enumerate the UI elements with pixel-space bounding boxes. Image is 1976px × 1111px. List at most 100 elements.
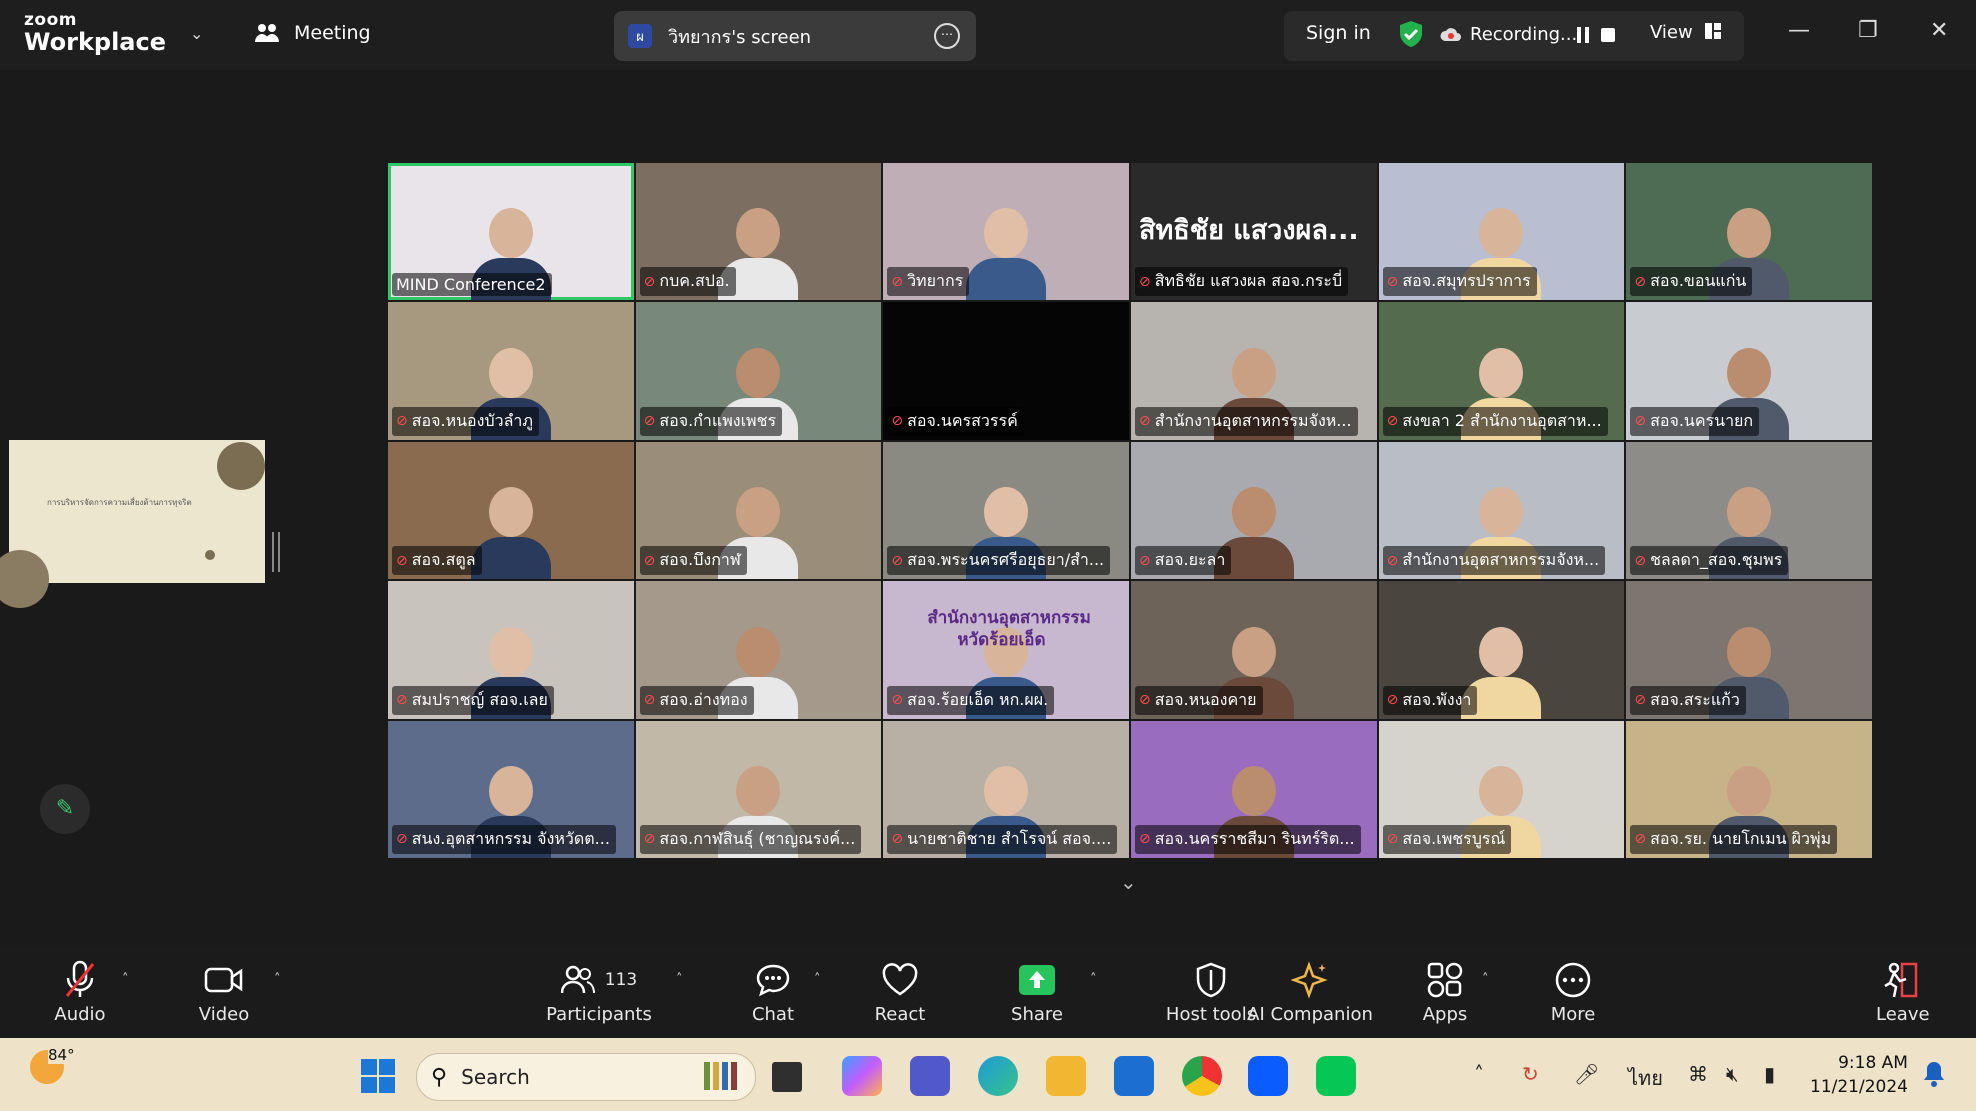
windows-start-icon[interactable] bbox=[360, 1058, 396, 1094]
thumbnail-decoration bbox=[0, 550, 49, 608]
edge-icon[interactable] bbox=[978, 1056, 1018, 1096]
view-button[interactable]: View bbox=[1650, 22, 1722, 43]
chevron-down-icon[interactable]: ⌄ bbox=[190, 24, 203, 43]
more-options-icon[interactable]: ⋯ bbox=[934, 23, 960, 49]
participant-video-tile[interactable]: ⊘ สอจ.ยะลา bbox=[1131, 441, 1377, 580]
chat-label: Chat bbox=[751, 1004, 795, 1025]
annotate-pencil-icon[interactable]: ✎ bbox=[40, 784, 90, 834]
participant-video-tile[interactable]: ⊘ นายชาติชาย สำโรจน์ สอจ.... bbox=[883, 720, 1129, 858]
wifi-icon[interactable]: ⌘ bbox=[1688, 1062, 1708, 1086]
share-options-caret[interactable]: ˄ bbox=[1090, 972, 1097, 987]
shared-screen-title: วิทยากร's screen bbox=[668, 26, 812, 48]
task-view-icon[interactable] bbox=[772, 1062, 802, 1092]
line-icon[interactable] bbox=[1316, 1056, 1356, 1096]
participants-options-caret[interactable]: ˄ bbox=[676, 972, 683, 987]
participant-video-tile[interactable]: ⊘ สอจ.กำแพงเพชร bbox=[635, 302, 882, 440]
more-button[interactable]: More bbox=[1548, 958, 1598, 1025]
participant-video-tile[interactable]: ⊘ สำนักงานอุตสาหกรรมจังห... bbox=[1131, 302, 1377, 440]
show-hidden-icons-icon[interactable]: ˄ bbox=[1474, 1062, 1484, 1086]
participant-name: สอจ.นครนายก bbox=[1650, 410, 1754, 430]
audio-options-caret[interactable]: ˄ bbox=[122, 972, 129, 987]
participant-video-tile[interactable]: ⊘ สอจ.สตูล bbox=[388, 441, 634, 580]
video-options-caret[interactable]: ˄ bbox=[274, 972, 281, 987]
participant-video-tile[interactable]: ⊘ สมปราชญ์ สอจ.เลย bbox=[388, 581, 634, 719]
react-button[interactable]: React bbox=[872, 958, 928, 1025]
input-language[interactable]: ไทย bbox=[1628, 1062, 1663, 1094]
chrome-icon[interactable] bbox=[1182, 1056, 1222, 1096]
mail-icon[interactable] bbox=[1114, 1056, 1154, 1096]
participant-video-tile[interactable]: ⊘ สอจ.นครนายก bbox=[1626, 302, 1872, 440]
audio-button[interactable]: Audio bbox=[50, 958, 110, 1025]
teams-icon[interactable] bbox=[910, 1056, 950, 1096]
share-button[interactable]: Share bbox=[1008, 958, 1066, 1025]
participant-video-tile[interactable]: ⊘ สนง.อุตสาหกรรม จังหวัดต... bbox=[388, 720, 634, 858]
video-button[interactable]: Video bbox=[196, 958, 252, 1025]
speaker-muted-icon[interactable]: 🔇︎ bbox=[1726, 1062, 1739, 1086]
chevron-down-icon[interactable]: ⌄ bbox=[1120, 870, 1137, 894]
participant-video-tile[interactable]: ⊘ สอจ.หนองคาย bbox=[1131, 581, 1377, 719]
participant-name: สอจ.ร้อยเอ็ด หก.ผผ. bbox=[907, 689, 1049, 709]
participant-video-tile[interactable]: ⊘ สอจ.นครราชสีมา รินทร์ริต... bbox=[1131, 720, 1377, 858]
participant-video-tile[interactable]: ⊘ สอจ.กาฬสินธุ์ (ชาญณรงค์... bbox=[635, 720, 882, 858]
mic-muted-icon: ⊘ bbox=[1139, 273, 1151, 290]
participant-video-tile[interactable]: MIND Conference2 bbox=[388, 163, 634, 301]
participant-name: สอจ.ขอนแก่น bbox=[1650, 271, 1747, 291]
participant-video-tile[interactable]: ⊘ สอจ.สระแก้ว bbox=[1626, 581, 1872, 719]
participants-button[interactable]: 113 Participants bbox=[546, 958, 652, 1025]
participant-video-tile[interactable]: ⊘ สอจ.บึงกาฬ bbox=[635, 441, 882, 580]
chat-icon bbox=[756, 964, 790, 997]
participant-video-tile[interactable]: ⊘ สอจ.รย. นายโกเมน ผิวพุ่ม bbox=[1626, 720, 1872, 858]
participant-video-tile[interactable]: สำนักงานอุตสาหกรรม หวัดร้อยเอ็ด ⊘ สอจ.ร้อยเ… bbox=[883, 581, 1129, 719]
mic-muted-icon: ⊘ bbox=[1139, 692, 1151, 709]
participant-video-tile[interactable]: ⊘ ชลลดา_สอจ.ชุมพร bbox=[1626, 441, 1872, 580]
recording-controls bbox=[1576, 26, 1616, 44]
apps-button[interactable]: Apps bbox=[1420, 958, 1470, 1025]
pause-icon[interactable] bbox=[1576, 26, 1590, 44]
participant-video-tile[interactable]: ⊘ วิทยากร bbox=[883, 163, 1129, 301]
participant-video-tile[interactable]: สิทธิชัย แสวงผล... ⊘ สิทธิชัย แสวงผล สอจ.ก… bbox=[1131, 163, 1377, 301]
participant-nameplate: ⊘ สอจ.นครราชสีมา รินทร์ริต... bbox=[1135, 824, 1361, 854]
participant-video-tile[interactable]: ⊘ สอจ.สมุทรปราการ bbox=[1378, 163, 1625, 301]
microphone-icon[interactable]: 🎤︎ bbox=[1574, 1062, 1599, 1086]
file-explorer-icon[interactable] bbox=[1046, 1056, 1086, 1096]
participant-video-tile[interactable]: ⊘ สอจ.นครสวรรค์ bbox=[883, 302, 1129, 440]
chat-button[interactable]: Chat bbox=[748, 958, 798, 1025]
system-clock[interactable]: 9:18 AM 11/21/2024 bbox=[1810, 1051, 1908, 1099]
weather-widget[interactable]: 84° bbox=[30, 1046, 75, 1084]
more-label: More bbox=[1550, 1004, 1596, 1025]
sign-in-button[interactable]: Sign in bbox=[1306, 22, 1371, 44]
chat-options-caret[interactable]: ˄ bbox=[814, 972, 821, 987]
mic-muted-icon: ⊘ bbox=[643, 273, 656, 290]
shared-screen-indicator[interactable]: ผ วิทยากร's screen ⋯ bbox=[614, 11, 976, 61]
panel-resize-handle[interactable] bbox=[272, 532, 280, 572]
leave-button[interactable]: Leave bbox=[1876, 958, 1930, 1025]
participant-video-tile[interactable]: ⊘ สอจ.ขอนแก่น bbox=[1626, 163, 1872, 301]
apps-options-caret[interactable]: ˄ bbox=[1482, 972, 1489, 987]
participant-video-tile[interactable]: ⊘ สอจ.อ่างทอง bbox=[635, 581, 882, 719]
security-shield-icon[interactable] bbox=[1398, 20, 1424, 48]
participant-video-tile[interactable]: ⊘ สงขลา 2 สำนักงานอุตสาห... bbox=[1378, 302, 1625, 440]
minimize-icon[interactable]: — bbox=[1788, 18, 1810, 43]
copilot-icon[interactable] bbox=[842, 1056, 882, 1096]
stop-icon[interactable] bbox=[1600, 27, 1616, 43]
participant-video-tile[interactable]: ⊘ สอจ.พังงา bbox=[1378, 581, 1625, 719]
participant-video-tile[interactable]: ⊘ สอจ.หนองบัวลำภู bbox=[388, 302, 634, 440]
cloud-record-icon bbox=[1440, 27, 1461, 41]
title-bar: zoom Workplace ⌄ Meeting ผ วิทยากร's scr… bbox=[0, 0, 1976, 70]
participant-video-tile[interactable]: ⊘ กบค.สปอ. bbox=[635, 163, 882, 301]
notification-bell-icon[interactable] bbox=[1922, 1060, 1946, 1088]
meeting-info-button[interactable]: Meeting bbox=[254, 22, 371, 44]
ai-companion-button[interactable]: AI Companion bbox=[1246, 958, 1374, 1025]
shared-screen-thumbnail[interactable]: การบริหารจัดการความเสี่ยงด้านการทุจริต bbox=[0, 440, 265, 608]
battery-icon[interactable]: ▮ bbox=[1764, 1062, 1775, 1086]
close-icon[interactable]: ✕ bbox=[1930, 18, 1948, 43]
participant-silhouette bbox=[470, 487, 551, 580]
participant-video-tile[interactable]: ⊘ สำนักงานอุตสาหกรรมจังห... bbox=[1378, 441, 1625, 580]
taskbar-search[interactable]: ⚲ Search bbox=[416, 1053, 756, 1101]
sync-icon[interactable]: ↻ bbox=[1522, 1062, 1539, 1086]
participant-video-tile[interactable]: ⊘ สอจ.พระนครศรีอยุธยา/สำ... bbox=[883, 441, 1129, 580]
participant-video-tile[interactable]: ⊘ สอจ.เพชรบูรณ์ bbox=[1378, 720, 1625, 858]
restore-icon[interactable]: ❐ bbox=[1858, 18, 1878, 43]
zoom-taskbar-icon[interactable] bbox=[1248, 1056, 1288, 1096]
recording-status: Recording... bbox=[1440, 24, 1577, 45]
